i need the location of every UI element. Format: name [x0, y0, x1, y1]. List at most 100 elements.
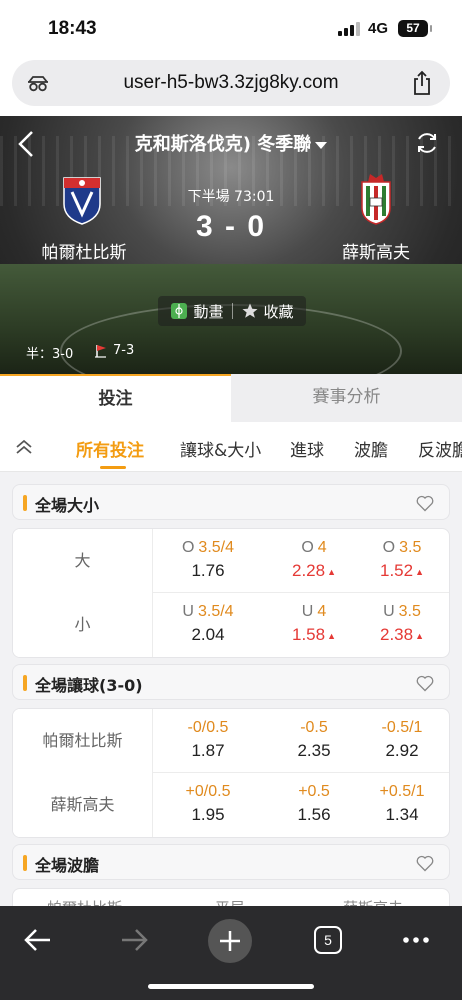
odds-cell[interactable]: -0/0.5 1.87 [159, 709, 257, 773]
subtab-all-bets[interactable]: 所有投注 [76, 436, 144, 461]
odds-value: 2.35 [297, 741, 331, 760]
odds-up-icon: ▲ [327, 566, 336, 577]
odds-cell[interactable]: +0/0.5 1.95 [159, 773, 257, 837]
section-header-correct-score[interactable]: 全場波膽 [12, 844, 450, 880]
battery-icon: 57 [398, 20, 432, 37]
status-bar: 18:43 4G 57 [0, 0, 462, 52]
subtab-goals[interactable]: 進球 [290, 436, 324, 461]
odds-value: 1.52 [379, 561, 414, 580]
table-row: 薛斯高夫 +0/0.5 1.95 +0.5 1.56 +0.5/1 1.34 [13, 773, 449, 837]
line-prefix: O [181, 539, 195, 556]
handicap-line: +0.5/1 [379, 783, 425, 800]
plus-icon [220, 931, 240, 951]
status-time: 18:43 [48, 18, 97, 39]
row-label: 大 [13, 529, 153, 593]
tab-match-analysis[interactable]: 賽事分析 [231, 374, 462, 422]
handicap-line: -0/0.5 [187, 719, 229, 736]
share-icon[interactable] [410, 70, 434, 96]
odds-cell[interactable]: -0.5/1 2.92 [353, 709, 449, 773]
section-header-handicap[interactable]: 全場讓球(3-0) [12, 664, 450, 700]
favorite-button[interactable]: 收藏 [241, 301, 294, 322]
network-type: 4G [368, 20, 389, 37]
bet-type-tabs: 所有投注 讓球&大小 進球 波膽 反波膽 [0, 422, 462, 472]
odds-value: 1.87 [191, 741, 225, 760]
odds-cell[interactable]: U4 1.58 ▲ [265, 593, 363, 657]
odds-value: 2.04 [191, 625, 225, 644]
odds-value: 1.58 [291, 625, 326, 644]
odds-value: 1.95 [191, 805, 225, 824]
league-name: 克和斯洛伐克) 冬季聯 [134, 134, 312, 155]
section-accent-bar [23, 495, 27, 511]
handicap-line: +0/0.5 [185, 783, 231, 800]
more-icon[interactable] [396, 920, 436, 960]
odds-value-wrap: 1.58 ▲ [265, 625, 363, 645]
tabs-button[interactable]: 5 [314, 926, 342, 954]
odds-cell[interactable]: U 3.5 2.38 ▲ [353, 593, 449, 657]
heart-icon[interactable] [415, 493, 435, 513]
league-selector[interactable]: 克和斯洛伐克) 冬季聯 [0, 130, 462, 156]
odds-value: 1.56 [297, 805, 331, 824]
match-score: 3 - 0 [195, 210, 267, 243]
section-title: 全場大小 [35, 496, 100, 515]
heart-icon[interactable] [415, 853, 435, 873]
browser-toolbar: 5 [0, 906, 462, 1000]
address-field[interactable]: user-h5-bw3.3zjg8ky.com [12, 60, 450, 106]
match-period: 下半場 73:01 [187, 189, 275, 205]
odds-value: 2.38 [379, 625, 414, 644]
section-title: 全場波膽 [35, 856, 100, 875]
collapse-up-icon[interactable] [14, 438, 34, 456]
handicap-line: 3.5/4 [197, 603, 234, 620]
url-text[interactable]: user-h5-bw3.3zjg8ky.com [12, 72, 450, 94]
line-prefix: U [182, 603, 194, 620]
handicap-line: +0.5 [298, 783, 330, 800]
heart-icon[interactable] [415, 673, 435, 693]
odds-cell[interactable]: O 3.5/4 1.76 [159, 529, 257, 593]
table-row: 大 O 3.5/4 1.76 O4 2.28 ▲ O 3.5 1.52 ▲ [13, 529, 449, 593]
handicap-line: -0.5 [300, 719, 328, 736]
odds-up-icon: ▲ [415, 630, 424, 641]
match-header: 克和斯洛伐克) 冬季聯 帕爾杜比斯 薛斯高夫 下半場 73:01 3 - 0 動… [0, 116, 462, 374]
tab-betting[interactable]: 投注 [0, 374, 231, 422]
subtab-reverse-correct-score[interactable]: 反波膽 [418, 436, 462, 461]
animation-button[interactable]: 動畫 [170, 301, 224, 322]
odds-cell[interactable]: U 3.5/4 2.04 [159, 593, 257, 657]
odds-value-wrap: 2.38 ▲ [353, 625, 449, 645]
new-tab-button[interactable] [208, 919, 252, 963]
corner-flag-icon [95, 344, 106, 358]
actions-divider [231, 303, 233, 319]
back-arrow-icon[interactable] [18, 920, 58, 960]
odds-cell[interactable]: +0.5/1 1.34 [353, 773, 449, 837]
handicap-line: 3.5/4 [198, 539, 235, 556]
section-accent-bar [23, 675, 27, 691]
match-actions: 動畫 收藏 [158, 296, 306, 326]
pitch-icon [171, 303, 188, 319]
odds-cell[interactable]: -0.5 2.35 [265, 709, 363, 773]
handicap-line: -0.5/1 [381, 719, 423, 736]
row-label: 薛斯高夫 [13, 773, 153, 837]
over-under-table: 大 O 3.5/4 1.76 O4 2.28 ▲ O 3.5 1.52 ▲ 小 U 3.5… [12, 528, 450, 658]
animation-label: 動畫 [193, 302, 224, 321]
handicap-line: 4 [317, 539, 327, 556]
subtab-correct-score[interactable]: 波膽 [354, 436, 388, 461]
odds-cell[interactable]: +0.5 1.56 [265, 773, 363, 837]
active-tab-indicator [100, 466, 126, 469]
refresh-icon[interactable] [414, 130, 440, 156]
section-header-over-under[interactable]: 全場大小 [12, 484, 450, 520]
forward-arrow-icon[interactable] [114, 920, 154, 960]
odds-cell[interactable]: O 3.5 1.52 ▲ [353, 529, 449, 593]
handicap-table: 帕爾杜比斯 -0/0.5 1.87 -0.5 2.35 -0.5/1 2.92 … [12, 708, 450, 838]
odds-cell[interactable]: O4 2.28 ▲ [265, 529, 363, 593]
main-tabs: 投注 賽事分析 [0, 374, 462, 422]
half-time-score: 半：3-0 [26, 347, 74, 362]
section-title: 全場讓球(3-0) [35, 676, 143, 695]
browser-url-bar: user-h5-bw3.3zjg8ky.com [0, 52, 462, 116]
line-prefix: O [382, 539, 396, 556]
favorite-label: 收藏 [263, 302, 294, 321]
table-row: 帕爾杜比斯 -0/0.5 1.87 -0.5 2.35 -0.5/1 2.92 [13, 709, 449, 773]
subtab-handicap-over-under[interactable]: 讓球&大小 [180, 436, 261, 461]
odds-value: 1.34 [385, 805, 419, 824]
odds-up-icon: ▲ [415, 566, 424, 577]
odds-value-wrap: 2.28 ▲ [265, 561, 363, 581]
signal-icon [338, 22, 360, 36]
table-row: 小 U 3.5/4 2.04 U4 1.58 ▲ U 3.5 2.38 ▲ [13, 593, 449, 657]
